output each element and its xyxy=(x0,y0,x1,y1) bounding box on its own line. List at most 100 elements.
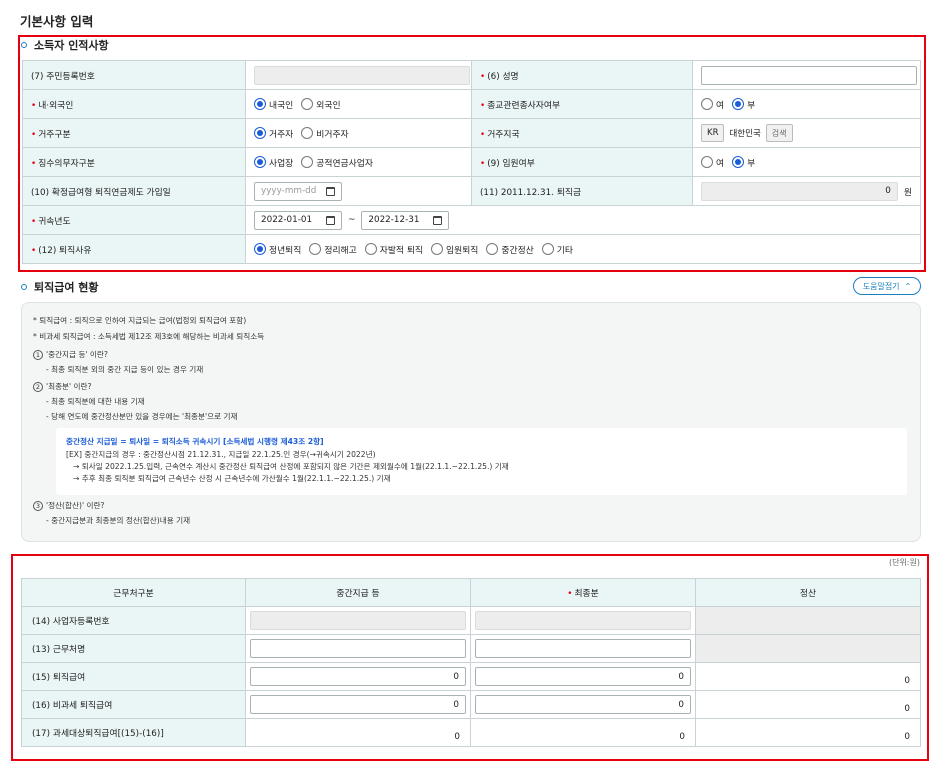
settlement-severance-value: 0 xyxy=(695,662,921,691)
radio-executive-retire[interactable]: 임원퇴직 xyxy=(431,243,478,256)
section-title-text: 소득자 인적사항 xyxy=(34,39,109,52)
interim-taxable-value: 0 xyxy=(245,718,471,747)
severance-table: 근무처구분 중간지급 등 • 최종분 정산 (14) 사업자등록번호 (13) 근… xyxy=(21,578,921,747)
help-line-2: * 비과세 퇴직급여 : 소득세법 제12조 제3호에 해당하는 비과세 퇴직소… xyxy=(33,332,265,341)
final-taxable-value: 0 xyxy=(470,718,696,747)
help-toggle-button[interactable]: 도움말접기 ⌃ xyxy=(853,277,921,295)
help-q3: 3 '정산(합산)' 이란? xyxy=(33,500,104,512)
help-q2-answer-2: - 당해 연도에 중간정산분만 있을 경우에는 '최종분'으로 기재 xyxy=(46,412,238,421)
help-q2-answer-1: - 최종 퇴직분에 대한 내용 기재 xyxy=(46,397,145,406)
settlement-nontax-value: 0 xyxy=(695,690,921,719)
year-from-input[interactable]: 2022-01-01 xyxy=(254,210,342,230)
nationality-label: • 내·외국인 xyxy=(22,89,246,119)
help-box-line-1: [EX] 중간지급의 경우 : 중간정산시점 21.12.31., 지급일 22… xyxy=(66,450,376,459)
help-q3-answer: - 중간지급분과 최종분의 정산(합산)내용 기재 xyxy=(46,516,191,525)
radio-foreign[interactable]: 외국인 xyxy=(301,98,341,111)
radio-other[interactable]: 기타 xyxy=(541,243,573,256)
table-row: (17) 과세대상퇴직급여[(15)-(16)] 0 0 0 xyxy=(21,718,921,747)
row-label: (14) 사업자등록번호 xyxy=(21,606,246,635)
radio-workplace[interactable]: 사업장 xyxy=(254,156,293,169)
page-title: 기본사항 입력 xyxy=(20,14,94,29)
radio-executive-yes[interactable]: 여 xyxy=(701,156,724,169)
radio-unchecked-icon xyxy=(431,243,444,255)
radio-checked-icon xyxy=(732,156,745,168)
pension-row: (10) 확정급여형 퇴직연금제도 가입일 yyyy-mm-dd (11) 20… xyxy=(22,176,921,206)
table-row: (16) 비과세 퇴직급여 0 0 0 xyxy=(21,690,921,719)
header-settlement: 정산 xyxy=(695,578,921,607)
header-workplace: 근무처구분 xyxy=(21,578,246,607)
radio-checked-icon xyxy=(254,156,266,168)
radio-checked-icon xyxy=(254,127,266,139)
residence-row: • 거주구분 거주자 비거주자 • 거주지국 KR 대한민국 검색 xyxy=(22,118,921,148)
interim-nontax-input[interactable]: 0 xyxy=(250,695,466,714)
radio-unchecked-icon xyxy=(701,98,713,110)
interim-bizno-input[interactable] xyxy=(250,611,466,630)
calendar-icon[interactable] xyxy=(433,215,443,225)
residence-label: • 거주구분 xyxy=(22,118,246,148)
radio-nonresident[interactable]: 비거주자 xyxy=(301,127,349,140)
header-final: • 최종분 xyxy=(470,578,696,607)
withholding-label: • 징수의무자구분 xyxy=(22,147,246,177)
radio-layoff[interactable]: 정리해고 xyxy=(309,243,357,256)
resident-id-label: (7) 주민등록번호 xyxy=(22,60,246,90)
country-search-button[interactable]: 검색 xyxy=(765,124,793,142)
radio-resident[interactable]: 거주자 xyxy=(254,127,293,140)
help-box-line-2: → 퇴사일 2022.1.25.입력, 근속연수 계산시 중간정산 퇴직급여 산… xyxy=(73,462,509,471)
radio-voluntary[interactable]: 자발적 퇴직 xyxy=(364,243,423,256)
country-name: 대한민국 xyxy=(729,129,761,139)
radio-unchecked-icon xyxy=(701,156,713,168)
radio-retirement-age[interactable]: 정년퇴직 xyxy=(254,243,301,256)
radio-domestic[interactable]: 내국인 xyxy=(254,98,293,111)
radio-unchecked-icon xyxy=(301,98,314,110)
year-to-input[interactable]: 2022-12-31 xyxy=(361,210,450,230)
help-q1-answer: - 최종 퇴직분 외의 중간 지급 등이 있는 경우 기재 xyxy=(46,365,204,374)
pension-date-input[interactable]: yyyy-mm-dd xyxy=(254,181,342,201)
unit-label: (단위:원) xyxy=(888,558,920,567)
radio-public-pension[interactable]: 공적연금사업자 xyxy=(301,156,373,169)
pension-label: (10) 확정급여형 퇴직연금제도 가입일 xyxy=(22,176,246,206)
interim-severance-input[interactable]: 0 xyxy=(250,667,466,686)
retire2011-label: (11) 2011.12.31. 퇴직금 xyxy=(471,176,693,206)
calendar-icon[interactable] xyxy=(326,186,335,196)
radio-unchecked-icon xyxy=(301,156,314,168)
row-label: (13) 근무처명 xyxy=(21,634,246,663)
final-bizno-input[interactable] xyxy=(475,611,691,630)
year-label: • 귀속년도 xyxy=(22,205,246,235)
country-label: • 거주지국 xyxy=(471,118,693,148)
radio-unchecked-icon xyxy=(309,243,322,255)
won-unit: 원 xyxy=(903,187,912,198)
help-box-line-3: → 추후 최종 퇴직분 퇴직급여 근속년수 산정 시 근속년수에 가산월수 1월… xyxy=(73,474,391,483)
resident-id-row: (7) 주민등록번호 • (6) 성명 xyxy=(22,60,921,90)
radio-checked-icon xyxy=(254,243,266,255)
name-input[interactable] xyxy=(701,65,917,85)
date-range-tilde: ~ xyxy=(348,215,356,225)
severance-title: 퇴직급여 현황 xyxy=(21,279,99,295)
radio-executive-no[interactable]: 부 xyxy=(732,156,755,169)
personal-info-title: 소득자 인적사항 xyxy=(21,37,109,53)
chevron-up-icon: ⌃ xyxy=(904,281,912,291)
final-severance-input[interactable]: 0 xyxy=(475,667,691,686)
row-label: (16) 비과세 퇴직급여 xyxy=(21,690,246,719)
radio-religion-no[interactable]: 부 xyxy=(732,98,755,111)
settlement-workplace-cell xyxy=(695,634,921,663)
withholding-row: • 징수의무자구분 사업장 공적연금사업자 • (9) 임원여부 여 부 xyxy=(22,147,921,177)
year-row: • 귀속년도 2022-01-01 ~ 2022-12-31 xyxy=(22,205,921,235)
radio-unchecked-icon xyxy=(486,243,499,255)
row-label: (17) 과세대상퇴직급여[(15)-(16)] xyxy=(21,718,246,747)
header-interim: 중간지급 등 xyxy=(245,578,471,607)
nationality-row: • 내·외국인 내국인 외국인 • 종교관련종사자여부 여 부 xyxy=(22,89,921,119)
radio-checked-icon xyxy=(254,98,266,110)
calendar-icon[interactable] xyxy=(326,215,335,225)
executive-label: • (9) 임원여부 xyxy=(471,147,693,177)
resident-id-input[interactable] xyxy=(254,65,470,85)
final-nontax-input[interactable]: 0 xyxy=(475,695,691,714)
reason-label: • (12) 퇴직사유 xyxy=(22,234,246,264)
retire2011-input[interactable]: 0 xyxy=(701,181,898,201)
radio-interim-settlement[interactable]: 중간정산 xyxy=(486,243,534,256)
table-row: (14) 사업자등록번호 xyxy=(21,606,921,635)
table-header-row: 근무처구분 중간지급 등 • 최종분 정산 xyxy=(21,578,921,607)
religion-label: • 종교관련종사자여부 xyxy=(471,89,693,119)
radio-religion-yes[interactable]: 여 xyxy=(701,98,724,111)
interim-workplace-input[interactable] xyxy=(250,639,466,658)
final-workplace-input[interactable] xyxy=(475,639,691,658)
